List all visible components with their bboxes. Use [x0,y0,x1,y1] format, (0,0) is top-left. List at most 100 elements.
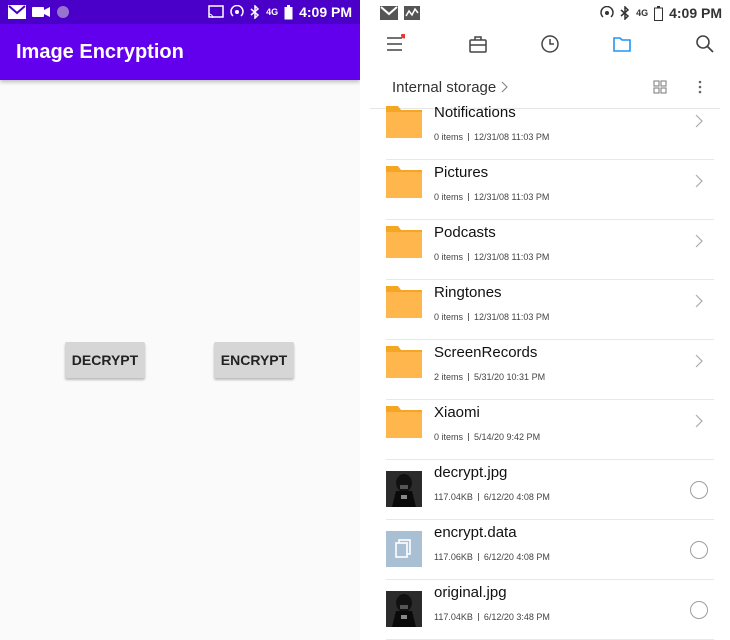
item-meta: 0 items 12/31/08 11:03 PM [434,252,549,262]
select-radio[interactable] [690,541,708,559]
document-icon [386,531,422,567]
item-meta: 117.04KB 6/12/20 3:48 PM [434,612,550,622]
grid-view-icon[interactable] [653,80,667,94]
chevron-right-icon [695,354,703,368]
battery-icon [654,5,664,21]
image-thumbnail-icon [386,471,422,507]
list-item[interactable]: decrypt.jpg 117.04KB 6/12/20 4:08 PM [360,460,730,520]
list-item[interactable]: ScreenRecords 2 items 5/31/20 10:31 PM [360,340,730,400]
item-size: 0 items [434,132,464,142]
circle-notification-icon [57,6,69,18]
meta-separator [477,613,479,621]
item-name: Notifications [434,104,516,121]
item-meta: 117.06KB 6/12/20 4:08 PM [434,552,550,562]
item-meta: 2 items 5/31/20 10:31 PM [434,372,545,382]
image-encryption-app: 4G 4:09 PM Image Encryption DECRYPT ENCR… [0,0,360,640]
meta-separator [468,193,470,201]
meta-separator [468,133,470,141]
decrypt-button[interactable]: DECRYPT [65,342,145,378]
item-size: 117.04KB [434,612,473,622]
folder-icon [386,346,422,378]
item-meta: 0 items 5/14/20 9:42 PM [434,432,540,442]
meta-separator [468,313,470,321]
status-time: 4:09 PM [669,5,722,21]
app-title: Image Encryption [16,41,184,63]
list-item[interactable]: Notifications 0 items 12/31/08 11:03 PM [360,100,730,160]
menu-icon[interactable] [385,34,405,54]
battery-icon [284,4,293,19]
recent-clock-icon[interactable] [540,34,560,54]
search-icon[interactable] [695,34,715,54]
status-left-icons [380,1,420,25]
encrypt-button[interactable]: ENCRYPT [214,342,294,378]
video-camera-icon [32,7,50,17]
toolbar [360,26,730,62]
gmail-icon [380,6,398,20]
item-date: 5/31/20 10:31 PM [474,372,546,382]
hotspot-icon [230,5,244,17]
item-date: 6/12/20 3:48 PM [483,612,550,622]
app-bar: Image Encryption [0,24,360,80]
chevron-right-icon [695,414,703,428]
meta-separator [477,553,479,561]
meta-separator [477,493,479,501]
activity-icon [404,6,420,20]
item-size: 0 items [434,312,464,322]
item-date: 12/31/08 11:03 PM [474,312,550,322]
folder-icon [386,106,422,138]
list-item[interactable]: original.jpg 117.04KB 6/12/20 3:48 PM [360,580,730,640]
folder-icon [386,286,422,318]
select-radio[interactable] [690,601,708,619]
chevron-right-icon [695,114,703,128]
item-name: Pictures [434,164,489,181]
item-date: 12/31/08 11:03 PM [474,252,550,262]
status-right-icons: 4G 4:09 PM [600,1,722,25]
list-item[interactable]: encrypt.data 117.06KB 6/12/20 4:08 PM [360,520,730,580]
item-size: 2 items [434,372,464,382]
status-left-icons [8,0,70,24]
list-item[interactable]: Ringtones 0 items 12/31/08 11:03 PM [360,280,730,340]
folder-icon[interactable] [612,34,632,54]
item-date: 6/12/20 4:08 PM [483,492,550,502]
folder-icon [386,166,422,198]
chevron-right-icon [695,174,703,188]
chevron-right-icon [501,81,508,93]
network-type: 4G [636,8,649,18]
meta-separator [468,433,470,441]
list-item[interactable]: Xiaomi 0 items 5/14/20 9:42 PM [360,400,730,460]
chevron-right-icon [695,234,703,248]
item-name: Podcasts [434,224,496,241]
item-size: 0 items [434,252,464,262]
select-radio[interactable] [690,481,708,499]
meta-separator [468,373,470,381]
item-date: 12/31/08 11:03 PM [474,192,550,202]
item-size: 0 items [434,432,464,442]
status-bar: 4G 4:09 PM [360,0,730,26]
cast-icon [208,5,224,19]
item-name: decrypt.jpg [434,464,508,481]
list-item[interactable]: Pictures 0 items 12/31/08 11:03 PM [360,160,730,220]
item-meta: 0 items 12/31/08 11:03 PM [434,192,549,202]
hotspot-icon [600,6,614,18]
bluetooth-icon [620,6,630,20]
item-name: Xiaomi [434,404,480,421]
item-meta: 0 items 12/31/08 11:03 PM [434,132,549,142]
meta-separator [468,253,470,261]
item-name: Ringtones [434,284,502,301]
list-item[interactable]: Podcasts 0 items 12/31/08 11:03 PM [360,220,730,280]
item-name: original.jpg [434,584,507,601]
item-meta: 0 items 12/31/08 11:03 PM [434,312,549,322]
item-date: 5/14/20 9:42 PM [474,432,541,442]
toolbox-icon[interactable] [468,34,488,54]
breadcrumb[interactable]: Internal storage [392,79,496,96]
gmail-icon [8,5,26,19]
more-options-icon[interactable] [698,79,702,95]
folder-icon [386,226,422,258]
bluetooth-icon [250,5,260,19]
file-manager-app: 4G 4:09 PM Internal storage Notification… [360,0,730,640]
item-date: 6/12/20 4:08 PM [483,552,550,562]
item-name: encrypt.data [434,524,517,541]
status-right-icons: 4G 4:09 PM [208,0,352,24]
status-bar: 4G 4:09 PM [0,0,360,24]
item-meta: 117.04KB 6/12/20 4:08 PM [434,492,550,502]
